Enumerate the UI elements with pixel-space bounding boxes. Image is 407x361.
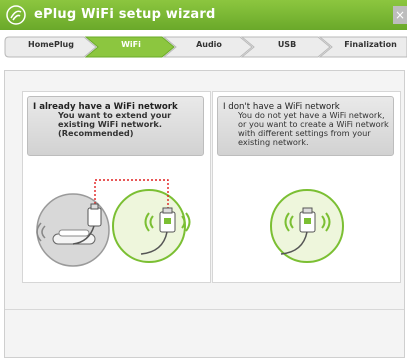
footer-divider (5, 309, 404, 310)
step-usb[interactable]: USB (254, 40, 320, 49)
window-title: ePlug WiFi setup wizard (34, 7, 216, 22)
eplug-logo-icon (6, 5, 26, 25)
option-new-header[interactable]: I don't have a WiFi network You do not y… (217, 96, 394, 156)
close-button[interactable]: × (393, 6, 407, 24)
option-existing-header[interactable]: I already have a WiFi network You want t… (27, 96, 204, 156)
option-existing-description: You want to extend your existing WiFi ne… (58, 110, 172, 138)
step-wifi[interactable]: WiFi (98, 40, 164, 49)
option-new-description: You do not yet have a WiFi network, or y… (238, 110, 389, 147)
new-network-illustration (219, 168, 394, 272)
wizard-step-bar: HomePlug WiFi Audio USB Finalization (0, 30, 407, 64)
step-finalization[interactable]: Finalization (334, 40, 407, 49)
extend-network-illustration (29, 168, 204, 272)
step-homeplug[interactable]: HomePlug (10, 40, 92, 49)
option-existing-network[interactable]: I already have a WiFi network You want t… (22, 91, 211, 283)
main-panel: I already have a WiFi network You want t… (4, 70, 405, 358)
option-new-network[interactable]: I don't have a WiFi network You do not y… (212, 91, 401, 283)
title-bar: ePlug WiFi setup wizard × (0, 0, 407, 31)
step-audio[interactable]: Audio (176, 40, 242, 49)
